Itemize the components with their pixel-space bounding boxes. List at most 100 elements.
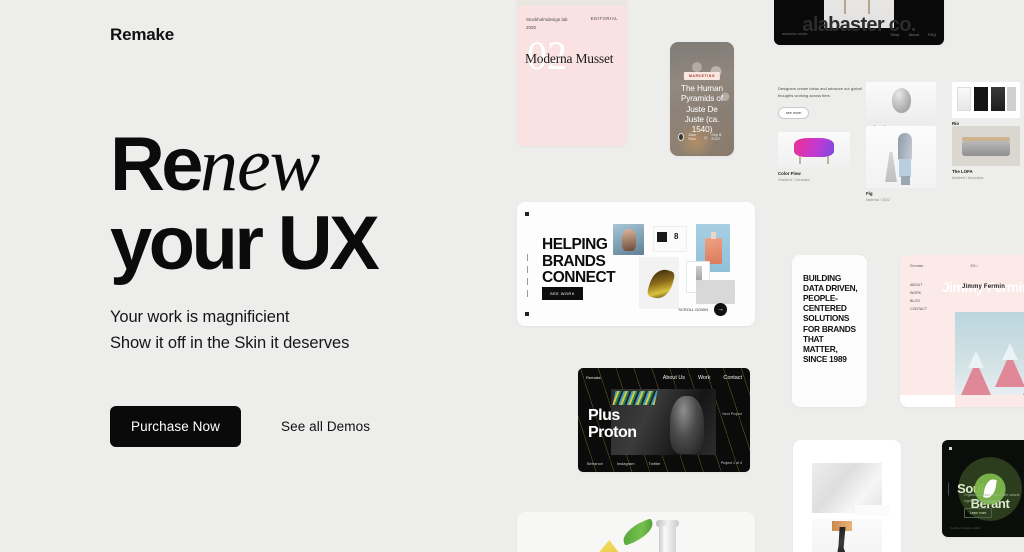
product-sub-3: Material / 2022 — [866, 197, 890, 202]
alabaster-nav-item-2[interactable]: FAQ — [928, 32, 936, 37]
brands-see-work-button[interactable]: SEE WORK — [542, 287, 583, 300]
stool-leg-left — [844, 0, 846, 14]
proton-social-0[interactable]: Behance — [587, 461, 603, 466]
product-grid-intro: Designers create ideas and advance our g… — [778, 86, 862, 98]
alabaster-nav-item-0[interactable]: Shop — [890, 32, 899, 37]
demo-card-plus-proton[interactable]: Remake About Us Work Contact Plus Proton… — [578, 368, 750, 472]
proton-page-indicator: Project 1 of 4 — [720, 460, 742, 465]
green-corner-dot — [949, 447, 952, 450]
jimmy-bottom-bar — [900, 395, 955, 407]
moderna-meta-left: Stockholmdesign lab 2020 — [526, 17, 568, 31]
proton-stripe-graphic — [612, 391, 658, 405]
proton-logo[interactable]: Remake — [586, 375, 601, 380]
demo-card-moderna-musset[interactable]: Other course other texts 9 Feb – 4 may 2… — [517, 0, 627, 146]
proton-nav-item-1[interactable]: Work — [698, 375, 710, 381]
portfolio-image-2 — [812, 519, 882, 552]
moderna-photo-title: MODERNA MUSSET — [569, 0, 621, 1]
proton-social-2[interactable]: Twitter — [649, 461, 661, 466]
proton-title-line-1: Plus — [588, 407, 620, 424]
portfolio-image-label — [855, 505, 889, 516]
pyramid-byline: Alan Ruiz ◷ Sep 8, 2022 — [678, 133, 726, 141]
pyramid-author: Alan Ruiz — [688, 133, 696, 141]
product-grid-item-2[interactable]: Color Flow Gradient / Ceramics — [778, 132, 850, 182]
jimmy-nav[interactable]: ABOUT WORK BLOG CONTACT — [910, 282, 927, 314]
headline-line-1: Renew — [110, 127, 500, 204]
green-subtext: Organic formulas crafted with natural in… — [964, 493, 1020, 503]
product-thumb-sculptorb — [866, 82, 936, 122]
demo-card-building-data[interactable]: BUILDING DATA DRIVEN, PEOPLE-CENTERED SO… — [792, 255, 867, 407]
leaf-illustration — [619, 518, 657, 546]
proton-nav-item-2[interactable]: Contact — [723, 375, 742, 381]
demo-card-human-pyramids[interactable]: MARKETING The Human Pyramids of Juste De… — [670, 42, 734, 156]
jimmy-nav-item-0[interactable]: ABOUT — [910, 282, 927, 290]
rail-dot-top — [525, 212, 529, 216]
mountain-cap-1 — [968, 351, 984, 368]
alabaster-left-mark: alabaster studio — [782, 32, 808, 36]
demo-card-skincare-product[interactable] — [517, 512, 755, 552]
product-grid-item-1[interactable]: Rio Metal / Glass — [952, 82, 1020, 132]
product-grid-see-more-button[interactable]: see more — [778, 106, 809, 119]
product-thumb-color-flow — [778, 132, 850, 168]
product-grid-item-3[interactable]: Fig Material / 2022 — [866, 126, 936, 202]
brands-footer-label: SCROLL DOWN — [678, 307, 708, 312]
alabaster-nav-item-1[interactable]: About — [909, 32, 919, 37]
jimmy-nav-item-3[interactable]: CONTACT — [910, 306, 927, 314]
clock-icon: ◷ — [703, 135, 708, 140]
jimmy-nav-item-2[interactable]: BLOG — [910, 298, 927, 306]
jimmy-top-left: Remake — [910, 264, 924, 268]
headline-part-your-ux: your UX — [110, 200, 380, 286]
proton-social-1[interactable]: Instagram — [617, 461, 635, 466]
page-title: Renew your UX — [110, 127, 500, 282]
brand-thumb-portrait[interactable] — [613, 224, 644, 255]
rail-tick-4 — [527, 290, 528, 297]
lemon-illustration — [595, 540, 621, 552]
hero-subheading: Your work is magnificient Show it off in… — [110, 305, 349, 356]
moderna-photo: Other course other texts 9 Feb – 4 may 2… — [517, 0, 627, 6]
demo-card-helping-brands-connect[interactable]: HELPING BRANDS CONNECT SEE WORK 8 SCROLL… — [517, 202, 755, 326]
headline-line-2: your UX — [110, 205, 500, 281]
portfolio-image-1 — [812, 463, 889, 516]
brands-title: HELPING BRANDS CONNECT — [542, 236, 616, 287]
jimmy-top-mid[interactable]: EN / — [971, 264, 978, 268]
purchase-now-button[interactable]: Purchase Now — [110, 406, 241, 447]
moderna-meta-right: EDITORIAL — [590, 16, 618, 21]
demo-card-product-grid[interactable]: Designers create ideas and advance our g… — [770, 80, 1024, 202]
proton-title-line-2: Proton — [588, 423, 637, 441]
brand-thumb-editorial[interactable] — [696, 280, 735, 304]
brand-logo[interactable]: Remake — [110, 25, 174, 45]
brand-thumb-typography[interactable]: 8 — [653, 226, 687, 252]
product-sub-4: Ambient / Acoustics — [952, 175, 984, 180]
green-learn-more-button[interactable]: Learn more — [964, 508, 993, 518]
jimmy-nav-item-1[interactable]: WORK — [910, 290, 927, 298]
proton-nav[interactable]: About Us Work Contact — [663, 375, 742, 381]
product-name-2: Color Flow — [778, 171, 801, 176]
brands-title-line-2: BRANDS — [542, 252, 606, 270]
rail-tick-1 — [527, 254, 528, 261]
proton-socials[interactable]: Behance Instagram Twitter — [587, 461, 660, 466]
avatar — [678, 133, 685, 141]
alabaster-nav[interactable]: Shop About FAQ — [890, 32, 936, 37]
subheading-line-2: Show it off in the Skin it deserves — [110, 333, 350, 352]
brand-thumb-banana-poster[interactable] — [639, 257, 679, 309]
demo-card-portfolio[interactable] — [793, 440, 901, 552]
proton-figure — [670, 396, 704, 454]
pyramid-date: Sep 8, 2022 — [711, 133, 723, 141]
proton-next-label[interactable]: Next Project — [722, 412, 742, 417]
brands-left-rail — [525, 212, 533, 316]
brands-footer[interactable]: SCROLL DOWN → — [678, 303, 727, 316]
landing-page: Remake Renew your UX Your work is magnif… — [0, 0, 1024, 552]
demo-card-jimmy-fermin[interactable]: Remake EN / Search ABOUT WORK BLOG CONTA… — [900, 255, 1024, 407]
moderna-meta-row: Stockholmdesign lab 2020 EDITORIAL — [526, 16, 618, 32]
arrow-right-icon[interactable]: → — [714, 303, 727, 316]
product-grid-item-4[interactable]: The LOFA Ambient / Acoustics — [952, 126, 1020, 180]
proton-title: Plus Proton — [588, 407, 637, 442]
brands-title-line-1: HELPING — [542, 236, 608, 253]
rail-tick-2 — [527, 266, 528, 273]
jimmy-title-overlay: Jimmy Fermin — [962, 284, 1006, 290]
proton-nav-item-0[interactable]: About Us — [663, 375, 685, 381]
see-all-demos-link[interactable]: See all Demos — [281, 419, 370, 434]
demo-card-soul-berant[interactable]: Soul Berant Organic formulas crafted wit… — [942, 440, 1024, 537]
demo-card-alabaster[interactable]: / + made to work alabaster co. alabaster… — [774, 0, 944, 45]
jimmy-hero-image — [955, 312, 1024, 395]
brands-title-line-3: CONNECT — [542, 269, 616, 287]
